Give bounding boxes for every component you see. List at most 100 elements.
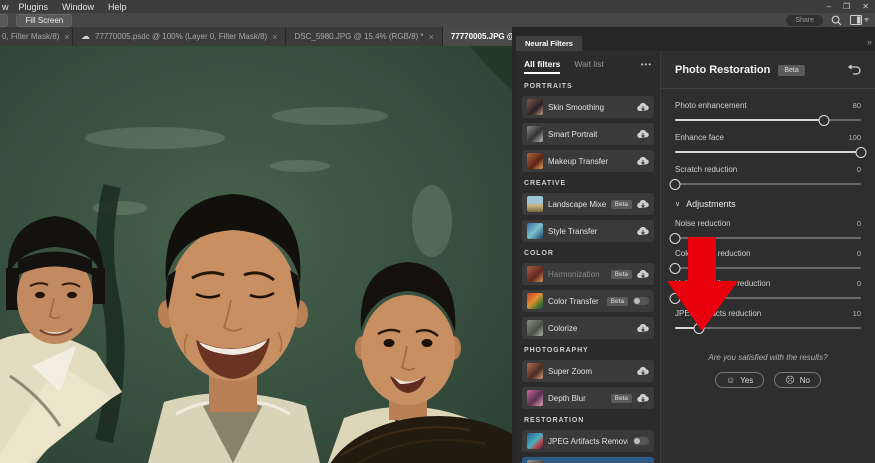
tab-wait-list[interactable]: Wait list (574, 59, 603, 69)
menu-item-window[interactable]: Window (62, 2, 94, 12)
filter-row-super-zoom[interactable]: Super Zoom (522, 360, 654, 382)
document-tab[interactable]: ☁ 77770005.psdc @ 100% (Layer 0, Filter … (73, 27, 287, 46)
filter-label: Makeup Transfer (548, 156, 609, 166)
slider-scratch-reduction: Scratch reduction 0 (669, 165, 861, 190)
slider-knob[interactable] (855, 146, 867, 158)
slider-label: Color noise reduction (675, 249, 751, 258)
filter-thumbnail (527, 390, 543, 406)
frowny-face-icon: ☹ (785, 374, 795, 385)
filter-row-makeup-transfer[interactable]: Makeup Transfer (522, 150, 654, 172)
cloud-download-icon[interactable] (637, 199, 649, 209)
slider-color-noise-reduction: Color noise reduction 0 (669, 249, 861, 274)
yes-label: Yes (740, 375, 754, 385)
slider-track[interactable] (669, 292, 861, 304)
filter-row-style-transfer[interactable]: Style Transfer (522, 220, 654, 242)
section-color: COLOR (524, 250, 554, 257)
tab-label: DSC_5980.JPG @ 15.4% (RGB/8) * (294, 32, 424, 41)
filter-label: Harmonization (548, 269, 600, 279)
beta-badge: Beta (606, 296, 628, 306)
slider-value: 10 (852, 309, 861, 318)
menu-bar: w Plugins Window Help – ❐ ✕ (0, 0, 875, 13)
cloud-download-icon[interactable] (637, 156, 649, 166)
minimize-icon[interactable]: – (827, 2, 831, 11)
cloud-download-icon[interactable] (637, 269, 649, 279)
close-icon[interactable]: ✕ (862, 2, 869, 11)
filter-toggle-off[interactable] (633, 297, 649, 305)
tab-close-icon[interactable]: × (429, 32, 434, 42)
tab-close-icon[interactable]: × (64, 32, 69, 42)
slider-track[interactable] (669, 232, 861, 244)
slider-halftone-artifacts-reduction: Halftone artifacts reduction 0 (669, 279, 861, 304)
menu-item-clipped[interactable]: w (2, 2, 9, 12)
cloud-download-icon[interactable] (637, 129, 649, 139)
cloud-download-icon[interactable] (637, 102, 649, 112)
slider-knob[interactable] (693, 322, 705, 334)
adjustments-label: Adjustments (686, 199, 736, 209)
slider-label: Enhance face (675, 133, 724, 142)
restore-icon[interactable]: ❐ (843, 2, 850, 11)
slider-track[interactable] (669, 178, 861, 190)
feedback-yes-button[interactable]: ☺ Yes (715, 372, 765, 388)
cloud-download-icon[interactable] (637, 323, 649, 333)
filter-row-color-transfer[interactable]: Color Transfer Beta (522, 290, 654, 312)
neural-filters-panel-tab[interactable]: Neural Filters (516, 36, 582, 51)
slider-noise-reduction: Noise reduction 0 (669, 219, 861, 244)
filter-row-smart-portrait[interactable]: Smart Portrait (522, 123, 654, 145)
options-bar: n Fill Screen (0, 13, 875, 27)
menu-item-plugins[interactable]: Plugins (19, 2, 49, 12)
window-controls: – ❐ ✕ (827, 0, 869, 13)
slider-knob[interactable] (669, 178, 681, 190)
slider-knob[interactable] (818, 114, 830, 126)
workspace-switcher-icon[interactable] (850, 15, 869, 25)
filter-thumbnail (527, 99, 543, 115)
filter-row-photo-restoration[interactable]: Photo Restoration Beta (522, 457, 654, 463)
filter-label: Landscape Mixer (548, 199, 606, 209)
cloud-download-icon[interactable] (637, 366, 649, 376)
slider-value: 0 (856, 219, 861, 228)
filter-thumbnail (527, 223, 543, 239)
slider-knob[interactable] (669, 232, 681, 244)
filter-settings-panel: Photo Restoration Beta Photo enhancement… (660, 51, 875, 463)
neural-filters-panel: Neural Filters » All filters Wait list •… (512, 27, 875, 463)
document-tab[interactable]: DSC_5980.JPG @ 15.4% (RGB/8) * × (286, 27, 443, 46)
filter-row-harmonization[interactable]: Harmonization Beta (522, 263, 654, 285)
filter-row-colorize[interactable]: Colorize (522, 317, 654, 339)
share-button[interactable]: Share (786, 14, 823, 26)
filter-row-jpeg-artifacts-removal[interactable]: JPEG Artifacts Removal (522, 430, 654, 452)
filter-row-depth-blur[interactable]: Depth Blur Beta (522, 387, 654, 409)
slider-track[interactable] (675, 146, 867, 158)
slider-track[interactable] (675, 322, 861, 334)
slider-track[interactable] (669, 262, 861, 274)
slider-knob[interactable] (669, 292, 681, 304)
filter-label: Super Zoom (548, 366, 593, 376)
menu-item-help[interactable]: Help (108, 2, 127, 12)
tab-all-filters[interactable]: All filters (524, 59, 561, 74)
reset-icon[interactable] (847, 64, 861, 76)
filter-toggle-off[interactable] (633, 437, 649, 445)
feedback-question: Are you satisfied with the results? (708, 353, 828, 362)
document-canvas[interactable] (0, 46, 512, 463)
filter-label: JPEG Artifacts Removal (548, 436, 628, 446)
adjustments-collapse-header[interactable]: ∨ Adjustments (675, 199, 861, 209)
cloud-download-icon[interactable] (637, 226, 649, 236)
filter-thumbnail (527, 363, 543, 379)
filter-row-skin-smoothing[interactable]: Skin Smoothing (522, 96, 654, 118)
search-icon[interactable] (831, 15, 842, 26)
feedback-no-button[interactable]: ☹ No (774, 372, 821, 388)
fill-screen-button[interactable]: Fill Screen (16, 13, 73, 27)
cloud-download-icon[interactable] (637, 393, 649, 403)
filter-label: Colorize (548, 323, 578, 333)
clipped-zoom-option-button[interactable]: n (0, 13, 9, 27)
slider-jpeg-artifacts-reduction: JPEG artifacts reduction 10 (675, 309, 861, 334)
filter-row-landscape-mixer[interactable]: Landscape Mixer Beta (522, 193, 654, 215)
slider-label: Photo enhancement (675, 101, 747, 110)
section-photography: PHOTOGRAPHY (524, 347, 589, 354)
slider-label: JPEG artifacts reduction (675, 309, 762, 318)
collapse-panel-icon[interactable]: » (867, 37, 872, 47)
document-tab[interactable]: 0, Filter Mask/8) × (0, 27, 73, 46)
slider-track[interactable] (675, 114, 861, 126)
overflow-menu-icon[interactable]: ••• (641, 60, 652, 69)
tab-close-icon[interactable]: × (272, 32, 277, 42)
slider-knob[interactable] (669, 262, 681, 274)
tab-label: 77770005.psdc @ 100% (Layer 0, Filter Ma… (95, 32, 268, 41)
